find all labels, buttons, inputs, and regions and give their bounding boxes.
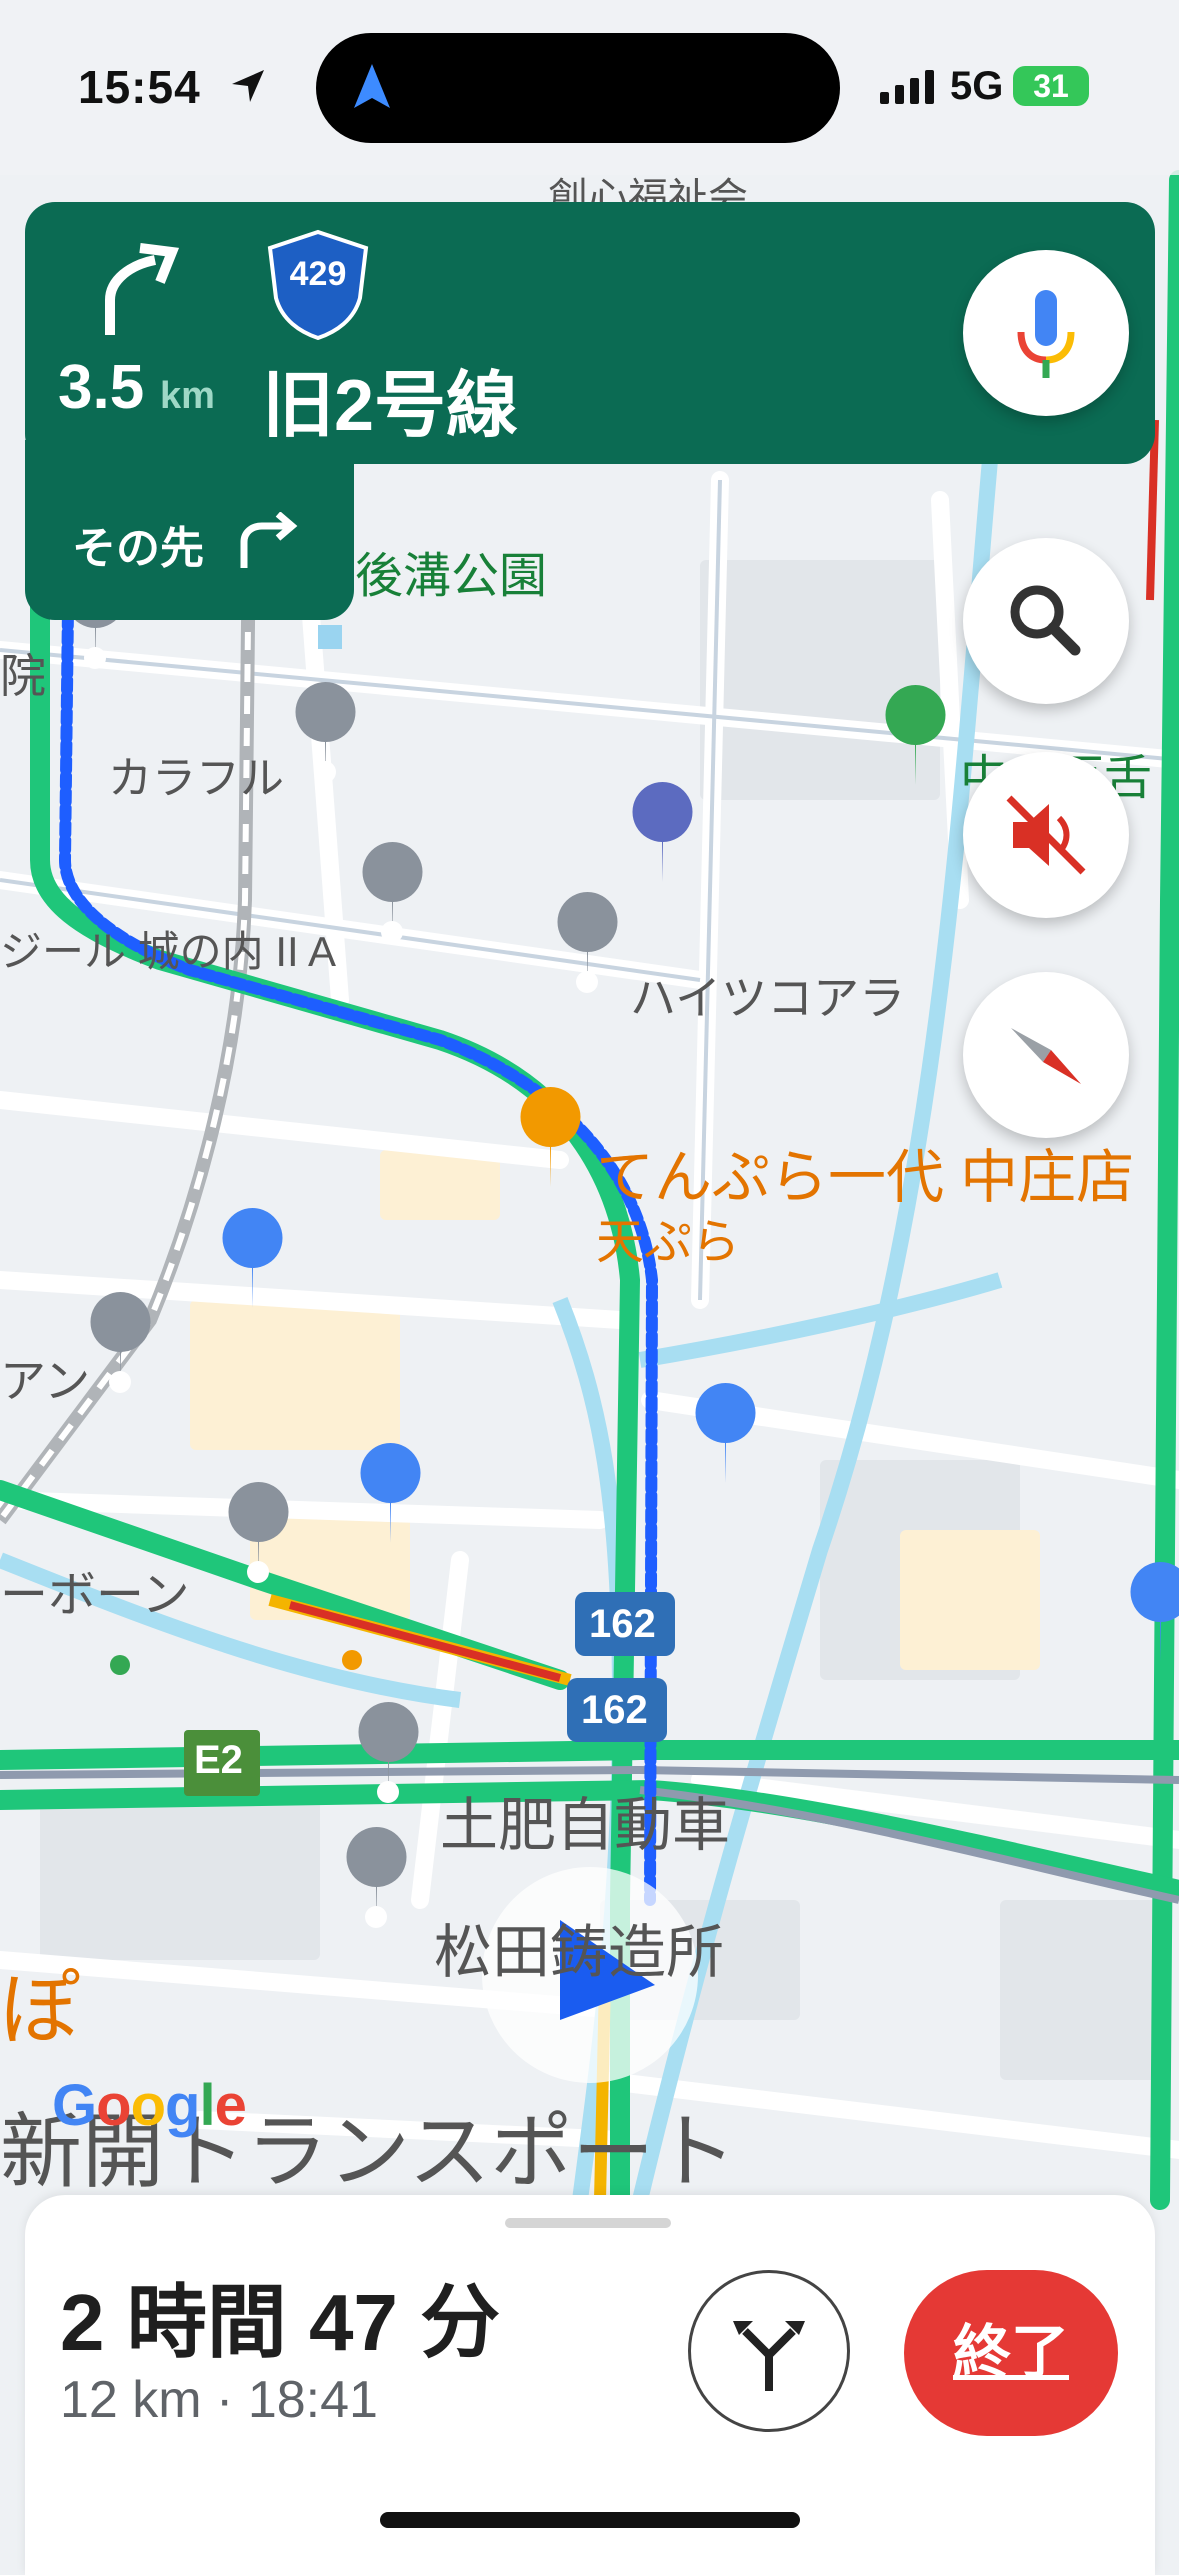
route-number: 429: [289, 255, 347, 293]
alternate-routes-button[interactable]: [688, 2270, 850, 2432]
map-label-left2: ーボーン: [0, 1569, 190, 1622]
sound-off-icon: [1006, 795, 1086, 875]
turn-distance-unit: km: [160, 375, 215, 417]
google-logo: Google: [52, 2073, 247, 2138]
map-label-hospital: 院: [0, 650, 46, 702]
search-icon: [1010, 585, 1081, 656]
signal-icon: [880, 70, 934, 104]
network-type: 5G: [950, 64, 1004, 108]
status-time: 15:54: [78, 61, 201, 113]
microphone-icon: [1017, 290, 1075, 378]
map-label-karafuru[interactable]: カラフル: [108, 742, 284, 806]
map-label-left1: アン: [0, 1355, 91, 1407]
map-label-dohi[interactable]: 土肥自動車: [440, 1778, 730, 1862]
navigation-arrow-icon: [354, 64, 390, 108]
compass-icon: [1011, 1028, 1081, 1084]
then-label: その先: [72, 524, 204, 573]
sheet-handle[interactable]: [505, 2218, 671, 2228]
turn-right-icon: [105, 243, 180, 335]
street-name: 旧2号線: [262, 366, 519, 446]
e2-shield: E2: [194, 1738, 243, 1782]
trip-duration: 2 時間 47 分: [60, 2278, 501, 2367]
home-indicator[interactable]: [380, 2512, 800, 2528]
turn-distance: 3.5: [58, 353, 145, 422]
battery-level: 31: [1013, 66, 1089, 106]
map-label-matsuda[interactable]: 松田鋳造所: [434, 1905, 724, 1989]
trip-details: 12 km · 18:41: [60, 2371, 378, 2429]
end-navigation-button[interactable]: 終了: [904, 2270, 1118, 2436]
road-shield-162-a: 162: [589, 1602, 656, 1646]
road-shield-162-b: 162: [581, 1688, 648, 1732]
dynamic-island: [316, 33, 840, 143]
compass-button[interactable]: [963, 972, 1129, 1138]
map-label-haitsu[interactable]: ハイツコアラ: [630, 962, 905, 1028]
map-label-shiro[interactable]: ジール 城の内 II A: [0, 918, 336, 979]
mute-button[interactable]: [963, 752, 1129, 918]
map-label-orange: ぽ: [0, 1965, 80, 2054]
map-label-park: 後溝公園: [355, 550, 548, 603]
route-fork-icon: [733, 2321, 805, 2391]
location-arrow-icon: [232, 70, 264, 102]
then-turn-right-icon: [240, 512, 298, 568]
search-button[interactable]: [963, 538, 1129, 704]
voice-search-button[interactable]: [963, 250, 1129, 416]
map-label-tempura-sub: 天ぷら: [596, 1216, 741, 1269]
